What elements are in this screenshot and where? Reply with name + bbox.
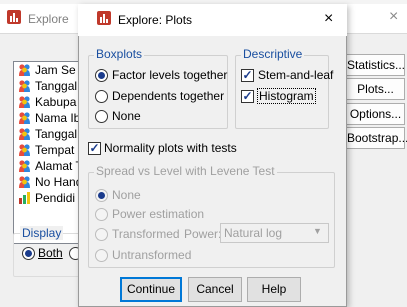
- nominal-variable-icon: [19, 112, 30, 124]
- nominal-variable-icon: [19, 128, 30, 140]
- boxplots-legend: Boxplots: [94, 47, 145, 61]
- dependents-together-radio[interactable]: [95, 90, 108, 103]
- nominal-variable-icon: [19, 96, 30, 108]
- parent-window-title: Explore: [28, 12, 69, 26]
- boxplots-none-radio[interactable]: [95, 110, 108, 123]
- nominal-variable-icon: [19, 176, 30, 188]
- dialog-title: Explore: Plots: [118, 13, 193, 27]
- spread-none-radio[interactable]: [95, 189, 108, 202]
- options-button[interactable]: Options...: [346, 103, 405, 125]
- continue-button[interactable]: Continue: [120, 277, 182, 302]
- cancel-button[interactable]: Cancel: [188, 277, 242, 302]
- stem-and-leaf-label[interactable]: Stem-and-leaf: [258, 68, 333, 82]
- nominal-variable-icon: [19, 160, 30, 172]
- variable-label: Tempat: [35, 143, 75, 157]
- spread-vs-level-legend: Spread vs Level with Levene Test: [94, 164, 277, 178]
- untransformed-radio[interactable]: [95, 249, 108, 262]
- bootstrap-button[interactable]: Bootstrap...: [346, 127, 407, 149]
- parent-close-icon[interactable]: ×: [389, 8, 398, 26]
- display-legend: Display: [20, 226, 64, 240]
- nominal-variable-icon: [19, 144, 30, 156]
- transformed-label[interactable]: Transformed: [112, 227, 180, 241]
- spss-app-icon: [7, 10, 21, 24]
- nominal-variable-icon: [19, 64, 30, 76]
- normality-checkbox[interactable]: ✓: [88, 142, 101, 155]
- power-label: Power:: [184, 227, 222, 241]
- variable-label: Alamat T: [35, 159, 83, 173]
- variable-label: Tanggal: [35, 127, 78, 141]
- statistics-button[interactable]: Statistics...: [346, 54, 405, 76]
- factor-levels-radio[interactable]: [95, 69, 108, 82]
- normality-label[interactable]: Normality plots with tests: [104, 141, 237, 155]
- transformed-radio[interactable]: [95, 228, 108, 241]
- spread-none-label[interactable]: None: [112, 188, 141, 202]
- descriptive-legend: Descriptive: [241, 47, 305, 61]
- factor-levels-label[interactable]: Factor levels together: [112, 68, 227, 82]
- display-both-radio[interactable]: [22, 247, 35, 260]
- variable-label: Pendidi: [35, 191, 76, 205]
- boxplots-none-label[interactable]: None: [112, 109, 141, 123]
- display-both-label: Both: [38, 246, 63, 260]
- stem-and-leaf-checkbox[interactable]: ✓: [241, 69, 254, 82]
- dialog-close-icon[interactable]: ×: [324, 10, 333, 28]
- spss-dialog-icon: [97, 11, 111, 25]
- dependents-together-label[interactable]: Dependents together: [112, 89, 224, 103]
- histogram-label[interactable]: Histogram: [257, 88, 316, 104]
- variable-label: No Hand: [35, 175, 83, 189]
- help-button[interactable]: Help: [247, 277, 301, 302]
- scale-variable-icon: [19, 192, 30, 204]
- power-estimation-label[interactable]: Power estimation: [112, 207, 204, 221]
- untransformed-label[interactable]: Untransformed: [112, 248, 191, 262]
- power-estimation-radio[interactable]: [95, 208, 108, 221]
- histogram-checkbox[interactable]: ✓: [241, 90, 254, 103]
- variable-label: Tanggal: [35, 79, 78, 93]
- variable-label: Jam Se: [35, 63, 76, 77]
- nominal-variable-icon: [19, 80, 30, 92]
- variable-label: Kabupa: [35, 95, 77, 109]
- chevron-down-icon[interactable]: ▼: [313, 226, 322, 236]
- variable-label: Nama Ib: [35, 111, 81, 125]
- plots-button[interactable]: Plots...: [346, 78, 405, 100]
